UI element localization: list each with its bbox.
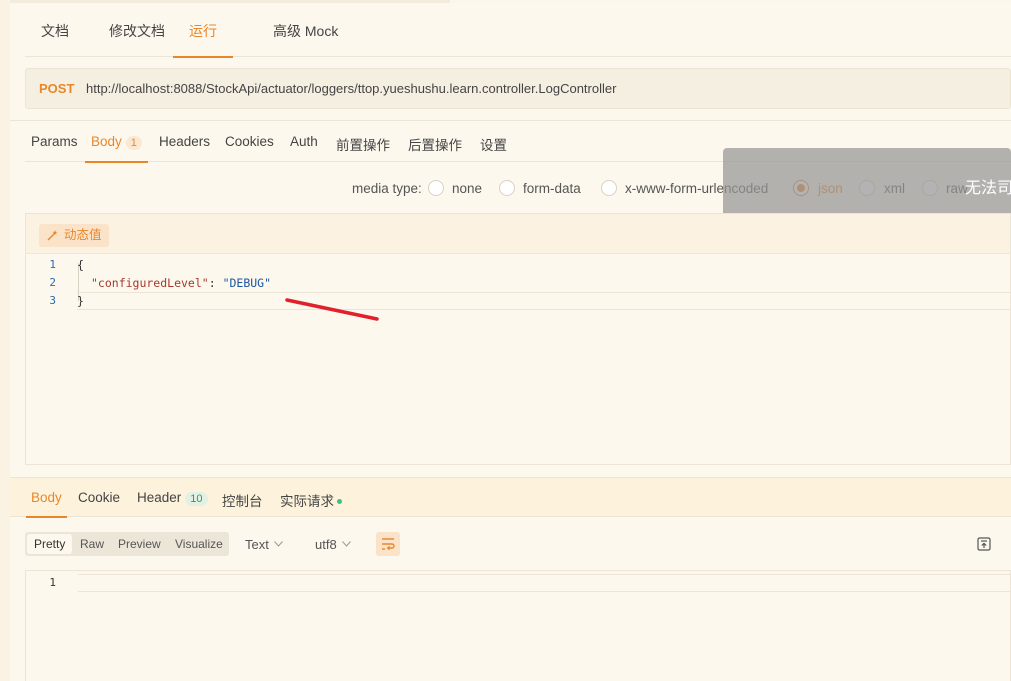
tab-params[interactable]: Params bbox=[31, 134, 78, 162]
tab-headers[interactable]: Headers bbox=[159, 134, 210, 162]
tab-post-operations[interactable]: 后置操作 bbox=[408, 134, 462, 162]
encoding-value: utf8 bbox=[315, 537, 337, 552]
tab-run-label: 运行 bbox=[189, 23, 217, 39]
dynamic-value-button[interactable]: 动态值 bbox=[39, 224, 109, 247]
response-body-editor[interactable]: 1 bbox=[25, 570, 1011, 681]
response-tabs: Body Cookie Header 10 控制台 实际请求 bbox=[10, 477, 1011, 518]
line-number: 1 bbox=[49, 258, 56, 271]
tab-body-label: Body bbox=[91, 134, 122, 149]
view-raw[interactable]: Raw bbox=[73, 534, 111, 554]
top-edge bbox=[10, 0, 1011, 3]
resp-tab-cookie[interactable]: Cookie bbox=[78, 490, 120, 518]
doc-tabs: 文档 修改文档 运行 高级 Mock bbox=[25, 12, 1011, 58]
resp-tab-actual-request-label: 实际请求 bbox=[280, 494, 334, 509]
active-line-highlight bbox=[78, 574, 1011, 592]
radio-form-data-label[interactable]: form-data bbox=[523, 181, 581, 196]
chevron-down-icon bbox=[273, 541, 283, 547]
status-dot bbox=[337, 499, 342, 504]
code-text: } bbox=[77, 294, 84, 308]
tab-advanced-mock[interactable]: 高级 Mock bbox=[273, 12, 338, 57]
wrap-lines-icon bbox=[382, 538, 395, 551]
url-input[interactable]: http://localhost:8088/StockApi/actuator/… bbox=[86, 81, 616, 96]
code-line: 2 "configuredLevel": "DEBUG" bbox=[26, 274, 1010, 292]
export-icon[interactable] bbox=[976, 536, 992, 552]
view-pretty[interactable]: Pretty bbox=[27, 534, 73, 554]
tab-docs[interactable]: 文档 bbox=[41, 12, 69, 57]
radio-urlencoded[interactable] bbox=[601, 180, 617, 196]
red-annotation-mark bbox=[285, 298, 379, 321]
format-select[interactable]: Text bbox=[245, 537, 283, 552]
resp-tab-header[interactable]: Header 10 bbox=[137, 490, 208, 518]
toast-message: 无法司 bbox=[723, 148, 1011, 217]
radio-none[interactable] bbox=[428, 180, 444, 196]
line-number: 2 bbox=[49, 276, 56, 289]
word-wrap-button[interactable] bbox=[376, 532, 400, 556]
radio-form-data[interactable] bbox=[499, 180, 515, 196]
resp-tab-console[interactable]: 控制台 bbox=[222, 490, 263, 518]
view-mode-switch: Pretty Raw Preview Visualize bbox=[25, 532, 229, 556]
view-preview[interactable]: Preview bbox=[111, 534, 168, 554]
dynamic-value-label: 动态值 bbox=[64, 228, 102, 242]
request-body-editor[interactable]: 动态值 1 { 2 "configuredLevel": "DEBUG" 3 } bbox=[25, 213, 1011, 465]
code-text: "configuredLevel": "DEBUG" bbox=[91, 274, 271, 292]
http-method[interactable]: POST bbox=[39, 81, 74, 96]
media-type-label: media type: bbox=[352, 181, 422, 196]
tab-pre-operations[interactable]: 前置操作 bbox=[336, 134, 390, 162]
editor-toolbar: 动态值 bbox=[26, 214, 1010, 254]
code-line: 1 { bbox=[26, 256, 1010, 274]
encoding-select[interactable]: utf8 bbox=[315, 537, 351, 552]
resp-tab-header-label: Header bbox=[137, 490, 182, 505]
tab-body[interactable]: Body 1 bbox=[85, 134, 148, 163]
body-count-badge: 1 bbox=[125, 136, 142, 150]
chevron-down-icon bbox=[341, 541, 351, 547]
left-edge-strip bbox=[0, 0, 10, 681]
json-key: "configuredLevel" bbox=[91, 276, 209, 290]
code-line: 3 } bbox=[26, 292, 1010, 310]
radio-none-label[interactable]: none bbox=[452, 181, 482, 196]
json-separator: : bbox=[208, 276, 223, 290]
resp-tab-actual-request[interactable]: 实际请求 bbox=[280, 490, 342, 518]
url-bar[interactable]: POST http://localhost:8088/StockApi/actu… bbox=[25, 68, 1011, 109]
line-number: 1 bbox=[49, 576, 56, 589]
line-number: 3 bbox=[49, 294, 56, 307]
divider bbox=[10, 120, 1011, 121]
resp-tab-body[interactable]: Body bbox=[26, 490, 67, 518]
format-value: Text bbox=[245, 537, 269, 552]
tab-run[interactable]: 运行 bbox=[173, 12, 233, 58]
json-value: "DEBUG" bbox=[222, 276, 272, 290]
code-text: { bbox=[77, 258, 84, 272]
magic-wand-icon bbox=[47, 230, 58, 241]
tab-edit-docs[interactable]: 修改文档 bbox=[109, 12, 165, 57]
tab-auth[interactable]: Auth bbox=[290, 134, 318, 162]
view-visualize[interactable]: Visualize bbox=[168, 534, 230, 554]
tab-settings[interactable]: 设置 bbox=[480, 134, 507, 162]
header-count-badge: 10 bbox=[185, 492, 208, 506]
tab-cookies[interactable]: Cookies bbox=[225, 134, 274, 162]
toast-text: 无法司 bbox=[965, 180, 1011, 197]
